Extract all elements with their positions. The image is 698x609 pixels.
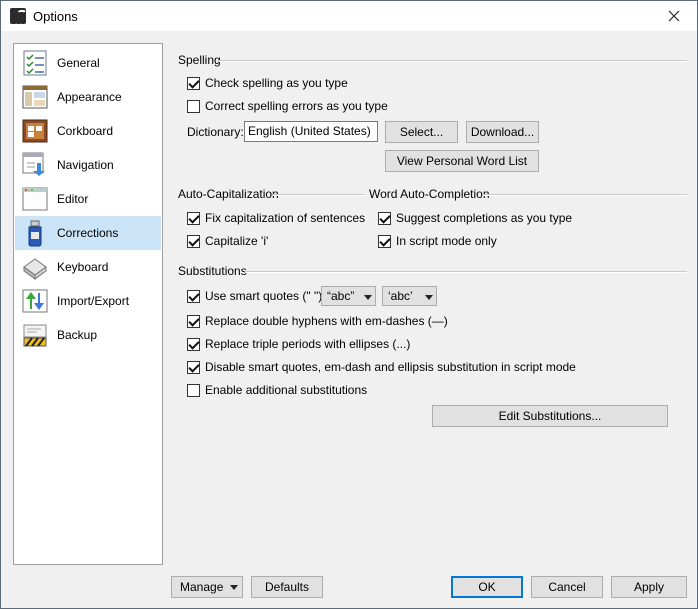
window-layout-icon <box>22 85 48 109</box>
sidebar-item-label: Appearance <box>57 90 122 104</box>
checkbox-box <box>187 212 200 225</box>
sidebar-item-label: Backup <box>57 328 98 342</box>
substitutions-group-title: Substitutions <box>178 264 247 278</box>
ok-button[interactable]: OK <box>451 576 523 598</box>
edit-substitutions-button[interactable]: Edit Substitutions... <box>432 405 668 427</box>
sidebar-item-corrections[interactable]: Corrections <box>15 216 161 250</box>
view-personal-word-list-button[interactable]: View Personal Word List <box>385 150 539 172</box>
sidebar-item-label: Corkboard <box>57 124 114 138</box>
sidebar-item-editor[interactable]: Editor <box>15 182 161 216</box>
select-value: “abc” <box>327 289 355 303</box>
category-list: General Appearance Corkboard Navigation … <box>13 43 163 565</box>
sidebar-item-corkboard[interactable]: Corkboard <box>15 114 161 148</box>
substitutions-divider <box>245 271 687 273</box>
sidebar-item-label: Editor <box>57 192 89 206</box>
window-title: Options <box>33 9 78 24</box>
single-quote-style-select[interactable]: ‘abc’ <box>382 286 437 306</box>
checkbox-box <box>187 338 200 351</box>
download-dictionary-button[interactable]: Download... <box>466 121 539 143</box>
select-value: ‘abc’ <box>388 289 413 303</box>
manage-button-label: Manage <box>180 580 224 594</box>
sidebar-item-appearance[interactable]: Appearance <box>15 80 161 114</box>
checkbox-label: Disable smart quotes, em-dash and ellips… <box>205 360 576 374</box>
import-export-arrows-icon <box>22 289 48 313</box>
close-icon <box>668 10 680 22</box>
checkbox-box <box>187 290 200 303</box>
auto-capitalization-group-title: Auto-Capitalization <box>178 187 279 201</box>
checkbox-box <box>187 384 200 397</box>
spellcheck-bottle-icon <box>28 220 42 247</box>
checkbox-label: Check spelling as you type <box>205 76 348 90</box>
sidebar-item-navigation[interactable]: Navigation <box>15 148 161 182</box>
chevron-down-icon <box>425 295 433 300</box>
sidebar-item-label: Keyboard <box>57 260 109 274</box>
select-dictionary-button[interactable]: Select... <box>385 121 458 143</box>
spelling-divider <box>219 60 687 62</box>
close-button[interactable] <box>651 1 697 31</box>
checkbox-box <box>187 100 200 113</box>
checkbox-label: Replace triple periods with ellipses (..… <box>205 337 411 351</box>
sidebar-item-label: Corrections <box>57 226 119 240</box>
dictionary-field[interactable]: English (United States) <box>244 121 378 142</box>
dictionary-label: Dictionary: <box>187 125 244 139</box>
checkbox-box <box>378 212 391 225</box>
options-dialog: Options General Appearance Corkboard Nav… <box>0 0 698 609</box>
checkbox-label: Capitalize 'i' <box>205 234 269 248</box>
sidebar-item-backup[interactable]: Backup <box>15 318 161 352</box>
checkbox-box <box>187 315 200 328</box>
blank-window-icon <box>22 187 48 211</box>
checkbox-box <box>187 235 200 248</box>
checkbox-box <box>187 361 200 374</box>
sidebar-item-import-export[interactable]: Import/Export <box>15 284 161 318</box>
manage-button[interactable]: Manage <box>171 576 243 598</box>
checkbox-label: Correct spelling errors as you type <box>205 99 388 113</box>
sidebar-item-label: Import/Export <box>57 294 130 308</box>
apply-button[interactable]: Apply <box>611 576 687 598</box>
checkbox-label: Enable additional substitutions <box>205 383 368 397</box>
backup-archive-icon <box>23 324 47 347</box>
chevron-down-icon <box>230 585 238 590</box>
corkboard-icon <box>22 119 48 143</box>
auto-capitalization-divider <box>273 194 365 196</box>
title-bar: Options <box>1 1 697 31</box>
sidebar-item-label: Navigation <box>57 158 114 172</box>
scrivener-app-icon <box>10 8 26 24</box>
checkbox-box <box>378 235 391 248</box>
checklist-icon <box>23 50 47 76</box>
sidebar-item-keyboard[interactable]: Keyboard <box>15 250 161 284</box>
word-auto-completion-divider <box>483 194 687 196</box>
chevron-down-icon <box>364 295 372 300</box>
checkbox-label: Suggest completions as you type <box>396 211 573 225</box>
checkbox-label: Replace double hyphens with em-dashes (—… <box>205 314 448 328</box>
cancel-button[interactable]: Cancel <box>531 576 603 598</box>
checkbox-label: In script mode only <box>396 234 497 248</box>
sidebar-item-general[interactable]: General <box>15 46 161 80</box>
checkbox-label: Use smart quotes (" ") <box>205 289 323 303</box>
word-auto-completion-group-title: Word Auto-Completion <box>369 187 490 201</box>
checkbox-box <box>187 77 200 90</box>
double-quote-style-select[interactable]: “abc” <box>321 286 376 306</box>
checkbox-label: Fix capitalization of sentences <box>205 211 366 225</box>
spelling-group-title: Spelling <box>178 53 221 67</box>
sidebar-item-label: General <box>57 56 100 70</box>
keyboard-key-icon <box>23 258 47 280</box>
defaults-button[interactable]: Defaults <box>251 576 323 598</box>
navigation-arrows-icon <box>22 152 45 176</box>
